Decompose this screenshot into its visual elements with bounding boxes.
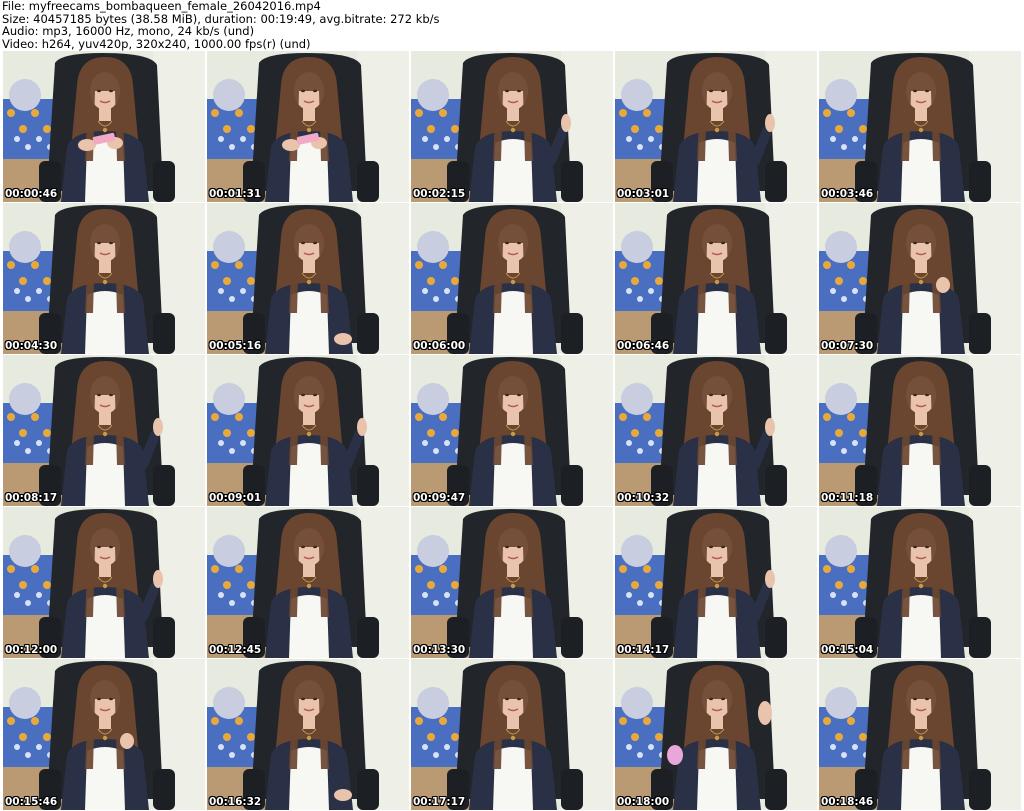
video-thumbnail: 00:11:18 <box>819 355 1021 506</box>
video-thumbnail: 00:12:00 <box>3 507 205 658</box>
thumbnail-timestamp: 00:00:46 <box>5 188 58 200</box>
video-thumbnail: 00:06:00 <box>411 203 613 354</box>
thumbnail-timestamp: 00:12:00 <box>5 644 58 656</box>
thumbnail-frame-image <box>207 507 409 658</box>
video-thumbnail: 00:09:01 <box>207 355 409 506</box>
thumbnail-timestamp: 00:03:46 <box>821 188 874 200</box>
thumbnail-frame-image <box>615 507 817 658</box>
audio-info-line: Audio: mp3, 16000 Hz, mono, 24 kb/s (und… <box>2 24 255 38</box>
video-thumbnail: 00:03:01 <box>615 51 817 202</box>
thumbnail-timestamp: 00:11:18 <box>821 492 874 504</box>
video-thumbnail: 00:00:46 <box>3 51 205 202</box>
video-thumbnail: 00:18:00 <box>615 659 817 810</box>
thumbnail-timestamp: 00:14:17 <box>617 644 670 656</box>
thumbnail-timestamp: 00:16:32 <box>209 796 262 808</box>
thumbnail-frame-image <box>207 51 409 202</box>
thumbnail-frame-image <box>3 51 205 202</box>
thumbnail-timestamp: 00:12:45 <box>209 644 262 656</box>
thumbnail-frame-image <box>615 659 817 810</box>
file-name-line: File: myfreecams_bombaqueen_female_26042… <box>2 0 321 13</box>
thumbnail-frame-image <box>819 659 1021 810</box>
video-thumbnail: 00:15:04 <box>819 507 1021 658</box>
video-thumbnail: 00:17:17 <box>411 659 613 810</box>
thumbnail-timestamp: 00:15:46 <box>5 796 58 808</box>
thumbnail-frame-image <box>411 51 613 202</box>
thumbnail-timestamp: 00:02:15 <box>413 188 466 200</box>
thumbnail-frame-image <box>411 355 613 506</box>
thumbnail-frame-image <box>411 507 613 658</box>
video-thumbnail: 00:13:30 <box>411 507 613 658</box>
video-thumbnail: 00:08:17 <box>3 355 205 506</box>
thumbnail-timestamp: 00:15:04 <box>821 644 874 656</box>
thumbnail-timestamp: 00:17:17 <box>413 796 466 808</box>
thumbnail-frame-image <box>819 203 1021 354</box>
video-thumbnail: 00:01:31 <box>207 51 409 202</box>
file-info-header: File: myfreecams_bombaqueen_female_26042… <box>2 0 440 50</box>
thumbnail-timestamp: 00:09:01 <box>209 492 262 504</box>
thumbnail-timestamp: 00:09:47 <box>413 492 466 504</box>
thumbnail-timestamp: 00:06:46 <box>617 340 670 352</box>
thumbnail-frame-image <box>3 355 205 506</box>
thumbnail-frame-image <box>207 659 409 810</box>
thumbnail-frame-image <box>819 355 1021 506</box>
thumbnail-timestamp: 00:03:01 <box>617 188 670 200</box>
thumbnail-frame-image <box>819 51 1021 202</box>
thumbnail-timestamp: 00:04:30 <box>5 340 58 352</box>
thumbnail-frame-image <box>615 355 817 506</box>
video-thumbnail: 00:06:46 <box>615 203 817 354</box>
thumbnail-grid: 00:00:46 00:01:31 00:02:15 00:03:01 00:03:46… <box>3 51 1022 811</box>
thumbnail-frame-image <box>615 203 817 354</box>
video-thumbnail: 00:10:32 <box>615 355 817 506</box>
thumbnail-frame-image <box>411 203 613 354</box>
thumbnail-timestamp: 00:01:31 <box>209 188 262 200</box>
video-thumbnail: 00:02:15 <box>411 51 613 202</box>
video-thumbnail: 00:09:47 <box>411 355 613 506</box>
video-info-line: Video: h264, yuv420p, 320x240, 1000.00 f… <box>2 36 311 51</box>
video-thumbnail: 00:05:16 <box>207 203 409 354</box>
video-thumbnail: 00:07:30 <box>819 203 1021 354</box>
video-thumbnail: 00:14:17 <box>615 507 817 658</box>
thumbnail-frame-image <box>3 507 205 658</box>
thumbnail-frame-image <box>3 203 205 354</box>
thumbnail-frame-image <box>819 507 1021 658</box>
thumbnail-frame-image <box>615 51 817 202</box>
thumbnail-frame-image <box>411 659 613 810</box>
thumbnail-frame-image <box>3 659 205 810</box>
video-thumbnail: 00:04:30 <box>3 203 205 354</box>
thumbnail-timestamp: 00:05:16 <box>209 340 262 352</box>
thumbnail-timestamp: 00:10:32 <box>617 492 670 504</box>
thumbnail-timestamp: 00:18:46 <box>821 796 874 808</box>
video-thumbnail: 00:15:46 <box>3 659 205 810</box>
thumbnail-timestamp: 00:06:00 <box>413 340 466 352</box>
thumbnail-timestamp: 00:13:30 <box>413 644 466 656</box>
thumbnail-frame-image <box>207 355 409 506</box>
thumbnail-timestamp: 00:18:00 <box>617 796 670 808</box>
thumbnail-timestamp: 00:08:17 <box>5 492 58 504</box>
thumbnail-timestamp: 00:07:30 <box>821 340 874 352</box>
video-thumbnail: 00:12:45 <box>207 507 409 658</box>
video-thumbnail: 00:18:46 <box>819 659 1021 810</box>
thumbnail-frame-image <box>207 203 409 354</box>
video-thumbnail: 00:16:32 <box>207 659 409 810</box>
video-thumbnail: 00:03:46 <box>819 51 1021 202</box>
